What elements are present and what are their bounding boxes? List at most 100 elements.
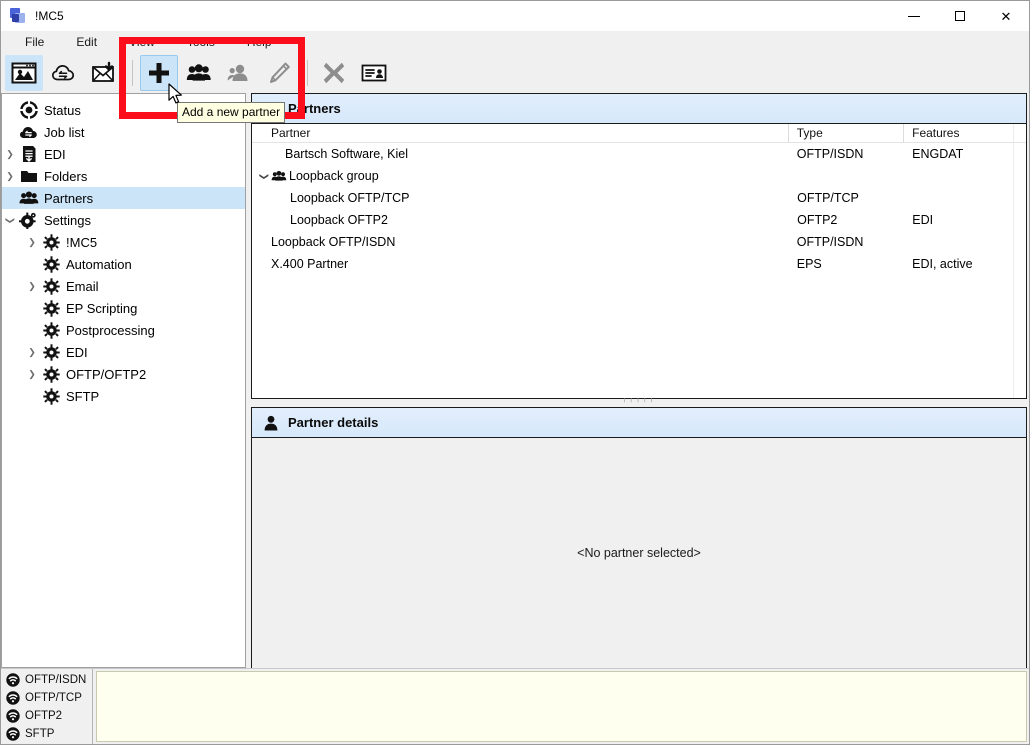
maximize-button[interactable] — [937, 1, 983, 31]
menu-help[interactable]: Help — [235, 33, 284, 51]
sidebar-item-label: EDI — [44, 146, 66, 162]
sidebar-item-ep-scripting[interactable]: EP Scripting — [2, 297, 245, 319]
column-header-partner[interactable]: Partner — [252, 124, 788, 143]
main-toolbar — [1, 52, 1029, 93]
chevron-right-icon[interactable]: ❯ — [2, 171, 18, 182]
sidebar-item-automation[interactable]: Automation — [2, 253, 245, 275]
partner-features: ENGDAT — [912, 147, 964, 161]
mc5-logo-icon — [10, 8, 26, 24]
column-header-type[interactable]: Type — [787, 124, 903, 143]
folder-icon — [18, 167, 40, 185]
partners-panel-title: Partners — [288, 101, 341, 116]
title-bar: !MC5 ✕ — [1, 1, 1029, 31]
protocol-label: OFTP2 — [25, 710, 63, 722]
signal-icon — [6, 673, 20, 687]
sidebar-item-label: SFTP — [66, 388, 100, 404]
sidebar-item-label: OFTP/OFTP2 — [66, 366, 147, 382]
edi-document-icon — [18, 145, 40, 163]
close-button[interactable]: ✕ — [983, 1, 1029, 31]
application-window: !MC5 ✕ File Edit View Tools Help Status … — [0, 0, 1030, 745]
panel-splitter[interactable]: ╵╵╵╵╵ — [251, 399, 1027, 407]
status-log-area[interactable] — [96, 671, 1027, 742]
menu-file[interactable]: File — [13, 33, 56, 51]
sidebar-item-mc5[interactable]: ❯ !MC5 — [2, 231, 245, 253]
signal-icon — [6, 727, 20, 741]
partner-name: X.400 Partner — [271, 257, 349, 271]
sidebar-item-folders[interactable]: ❯ Folders — [2, 165, 245, 187]
add-group-button[interactable] — [180, 55, 218, 91]
partner-type: OFTP/ISDN — [796, 147, 864, 161]
navigation-sidebar: Status Job list ❯ EDI ❯ Folders Partners… — [1, 93, 246, 668]
table-row[interactable]: Loopback OFTP2 OFTP2 EDI — [252, 209, 1026, 231]
contact-card-icon — [361, 62, 387, 84]
partner-details-panel: Partner details <No partner selected> — [251, 407, 1027, 668]
chevron-right-icon[interactable]: ❯ — [24, 347, 40, 358]
status-bar: OFTP/ISDN OFTP/TCP OFTP2 SFTP — [1, 668, 1029, 744]
add-partner-button[interactable] — [140, 54, 178, 91]
protocol-status-oftp-isdn[interactable]: OFTP/ISDN — [1, 671, 92, 689]
partner-card-button[interactable] — [355, 55, 393, 91]
partners-grid-header: Partner Type Features — [252, 124, 1026, 143]
sidebar-item-email[interactable]: ❯ Email — [2, 275, 245, 297]
gear-icon — [40, 387, 62, 405]
edit-partner-button[interactable] — [260, 55, 298, 91]
chevron-right-icon[interactable]: ❯ — [24, 237, 40, 248]
chevron-down-icon[interactable]: ❯ — [259, 169, 270, 183]
minimize-button[interactable] — [891, 1, 937, 31]
partner-name: Bartsch Software, Kiel — [285, 147, 408, 161]
cloud-transfer-icon — [51, 61, 77, 85]
monitor-gear-icon — [11, 61, 37, 85]
partners-scrollbar[interactable] — [1013, 124, 1026, 398]
sidebar-item-label: Settings — [44, 212, 91, 228]
partner-name: Loopback OFTP/ISDN — [271, 235, 396, 249]
status-window-button[interactable] — [5, 54, 43, 91]
menu-bar: File Edit View Tools Help — [1, 31, 1029, 52]
sidebar-item-job-list[interactable]: Job list — [2, 121, 245, 143]
signal-icon — [6, 691, 20, 705]
chevron-right-icon[interactable]: ❯ — [24, 369, 40, 380]
envelope-download-icon — [91, 61, 117, 85]
x-delete-icon — [322, 61, 346, 85]
partner-type: EPS — [796, 257, 822, 271]
table-row[interactable]: ❯ Loopback group — [252, 165, 1026, 187]
partner-name: Loopback group — [289, 169, 379, 183]
sidebar-item-settings[interactable]: ❯ Settings — [2, 209, 245, 231]
group-people-icon — [186, 61, 212, 85]
table-row[interactable]: X.400 Partner EPS EDI, active — [252, 253, 1026, 275]
sidebar-item-postprocessing[interactable]: Postprocessing — [2, 319, 245, 341]
window-controls: ✕ — [891, 1, 1029, 31]
sidebar-item-label: Postprocessing — [66, 322, 155, 338]
delete-partner-button[interactable] — [315, 55, 353, 91]
sidebar-item-oftp[interactable]: ❯ OFTP/OFTP2 — [2, 363, 245, 385]
table-row[interactable]: Loopback OFTP/ISDN OFTP/ISDN — [252, 231, 1026, 253]
partner-type: OFTP2 — [797, 213, 838, 227]
sidebar-item-label: EP Scripting — [66, 300, 138, 316]
toolbar-separator-1 — [132, 59, 133, 86]
job-list-button[interactable] — [45, 55, 83, 91]
protocol-status-sftp[interactable]: SFTP — [1, 725, 92, 743]
sidebar-item-settings-edi[interactable]: ❯ EDI — [2, 341, 245, 363]
receive-mail-button[interactable] — [85, 55, 123, 91]
sidebar-item-label: !MC5 — [66, 234, 98, 250]
partners-group-icon — [18, 189, 40, 207]
menu-edit[interactable]: Edit — [64, 33, 109, 51]
sidebar-item-sftp[interactable]: SFTP — [2, 385, 245, 407]
sidebar-item-partners[interactable]: Partners — [2, 187, 245, 209]
partners-panel-header: Partners — [252, 94, 1026, 124]
protocol-status-oftp2[interactable]: OFTP2 — [1, 707, 92, 725]
column-header-features[interactable]: Features — [903, 124, 1026, 143]
chevron-down-icon[interactable]: ❯ — [5, 212, 16, 228]
protocol-status-oftp-tcp[interactable]: OFTP/TCP — [1, 689, 92, 707]
sidebar-item-edi[interactable]: ❯ EDI — [2, 143, 245, 165]
menu-view[interactable]: View — [117, 33, 167, 51]
table-row[interactable]: Loopback OFTP/TCP OFTP/TCP — [252, 187, 1026, 209]
chevron-right-icon[interactable]: ❯ — [2, 149, 18, 160]
partners-grid: Partner Type Features Bartsch Software, … — [252, 124, 1026, 398]
chevron-right-icon[interactable]: ❯ — [24, 281, 40, 292]
details-panel-header: Partner details — [252, 408, 1026, 438]
protocol-label: OFTP/ISDN — [25, 674, 87, 686]
menu-tools[interactable]: Tools — [175, 33, 227, 51]
add-contact-button[interactable] — [220, 55, 258, 91]
table-row[interactable]: Bartsch Software, Kiel OFTP/ISDN ENGDAT — [252, 143, 1026, 165]
protocol-label: SFTP — [25, 728, 55, 740]
